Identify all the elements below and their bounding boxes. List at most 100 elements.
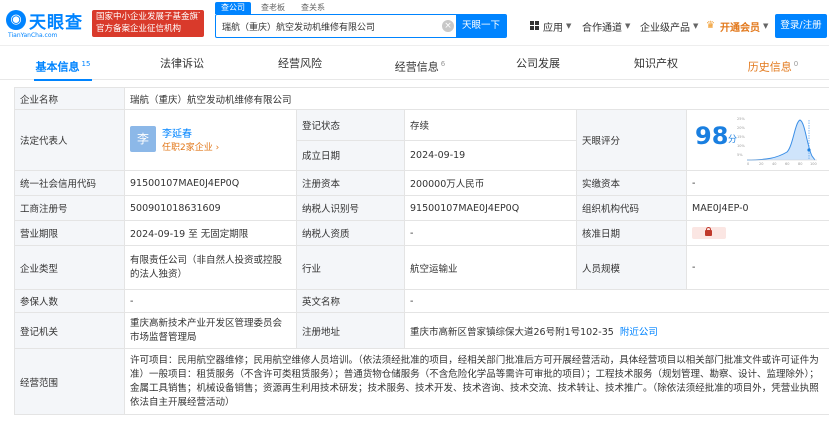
table-row: 企业类型 有限责任公司（非自然人投资或控股的法人独资） 行业 航空运输业 人员规… xyxy=(14,245,829,290)
status-value: 存续 xyxy=(404,109,577,141)
tab-history-label: 历史信息 xyxy=(747,60,792,74)
industry-value: 航空运输业 xyxy=(404,245,577,290)
scope-value: 许可项目：民用航空器维修；民用航空维修人员培训。（依法须经批准的项目，经相关部门… xyxy=(123,348,829,415)
nav-ent-label: 企业级产品 xyxy=(640,22,690,34)
scope-label: 经营范围 xyxy=(14,348,125,415)
locked-value[interactable] xyxy=(692,227,726,239)
term-label: 营业期限 xyxy=(14,220,125,246)
authority-value: 重庆高新技术产业开发区管理委员会市场监督管理局 xyxy=(124,312,297,349)
credit-code-label: 统一社会信用代码 xyxy=(14,170,125,196)
reg-no-value: 500901018631609 xyxy=(124,195,297,221)
chart-x-tick: 60 xyxy=(785,162,789,166)
table-row: 工商注册号 500901018631609 纳税人识别号 91500107MAE… xyxy=(14,195,829,221)
top-header: ◉ 天眼查 TianYanCha.com 国家中小企业发展子基金旗下 官方备案企… xyxy=(0,0,829,46)
table-row: 法定代表人 李 李延春 任职2家企业 › 登记状态 存续 天眼评分 98 分 2… xyxy=(14,109,829,171)
search-tab-boss[interactable]: 查老板 xyxy=(255,2,291,14)
nav-vip-label: 开通会员 xyxy=(720,22,760,34)
address-value: 重庆市高新区曾家镇综保大道26号附1号102-35 xyxy=(410,326,614,338)
nav-enterprise[interactable]: 企业级产品 ▼ xyxy=(640,17,698,35)
reg-capital-value: 200000万人民币 xyxy=(404,170,577,196)
taxpayer-qual-value: - xyxy=(404,220,577,246)
taxpayer-qual-label: 纳税人资质 xyxy=(296,220,405,246)
chart-x-tick: 20 xyxy=(759,162,763,166)
tab-business-label: 经营信息 xyxy=(394,60,439,74)
taxpayer-id-label: 纳税人识别号 xyxy=(296,195,405,221)
nav-vip[interactable]: ♛ 开通会员 ▼ xyxy=(706,17,768,35)
approval-date-value xyxy=(685,220,829,246)
avatar[interactable]: 李 xyxy=(130,126,156,152)
nearby-companies-link[interactable]: 附近公司 xyxy=(620,327,658,338)
insured-label: 参保人数 xyxy=(14,289,125,313)
term-value: 2024-09-19 至 无固定期限 xyxy=(124,220,297,246)
legal-rep-name[interactable]: 李延春 xyxy=(162,125,192,140)
chart-x-tick: 0 xyxy=(747,162,749,166)
search-tab-relation[interactable]: 查关系 xyxy=(295,2,331,14)
section-tabs: 基本信息 15 法律诉讼 经营风险 经营信息 6 公司发展 知识产权 历史信息 0 xyxy=(0,50,829,81)
chevron-down-icon: ▼ xyxy=(763,22,769,30)
chevron-down-icon: ▼ xyxy=(693,22,699,30)
chart-x-tick: 100 xyxy=(810,162,817,166)
legal-rep-cell: 李 李延春 任职2家企业 › xyxy=(124,109,297,171)
badge-line-2: 官方备案企业征信机构 xyxy=(96,24,182,34)
legal-rep-companies-link[interactable]: 任职2家企业 › xyxy=(162,140,219,153)
search-button[interactable]: 天眼一下 xyxy=(456,14,506,38)
en-name-label: 英文名称 xyxy=(296,289,405,313)
founded-label: 成立日期 xyxy=(296,139,405,171)
chevron-down-icon: ▼ xyxy=(566,22,572,30)
company-info-table: 企业名称 瑞航（重庆）航空发动机维修有限公司 法定代表人 李 李延春 任职2家企… xyxy=(14,87,829,415)
org-code-label: 组织机构代码 xyxy=(576,195,687,221)
crown-icon: ♛ xyxy=(706,20,715,31)
table-row: 参保人数 - 英文名称 - xyxy=(14,289,829,313)
logo-subtext: TianYanCha.com xyxy=(8,32,58,39)
table-row: 营业期限 2024-09-19 至 无固定期限 纳税人资质 - 核准日期 xyxy=(14,220,829,246)
score-cell: 98 分 25% 20% 15% 10% 5% 0 20 40 60 80 10 xyxy=(685,109,829,171)
paid-capital-value: - xyxy=(685,170,829,196)
company-name-label: 企业名称 xyxy=(14,87,125,110)
founded-value: 2024-09-19 xyxy=(404,139,577,171)
search-box: × 天眼一下 xyxy=(215,14,507,38)
staff-value: - xyxy=(685,245,829,290)
chart-y-tick: 5% xyxy=(737,153,743,157)
authority-label: 登记机关 xyxy=(14,312,125,349)
address-label: 注册地址 xyxy=(296,312,405,349)
nav-cooperation[interactable]: 合作通道 ▼ xyxy=(582,17,630,35)
insured-value: - xyxy=(124,289,297,313)
tab-development[interactable]: 公司发展 xyxy=(514,50,562,80)
search-tab-company[interactable]: 查公司 xyxy=(215,2,251,14)
nav-app[interactable]: 应用 ▼ xyxy=(530,17,571,35)
nav-coop-label: 合作通道 xyxy=(582,22,622,34)
type-value: 有限责任公司（非自然人投资或控股的法人独资） xyxy=(124,245,297,290)
logo-eye-icon: ◉ xyxy=(6,10,26,30)
approval-date-label: 核准日期 xyxy=(576,220,687,246)
lock-icon xyxy=(705,227,712,236)
search-input[interactable] xyxy=(216,15,456,37)
chart-x-tick: 40 xyxy=(772,162,776,166)
paid-capital-label: 实缴资本 xyxy=(576,170,687,196)
score-unit: 分 xyxy=(728,135,738,145)
clear-icon[interactable]: × xyxy=(442,20,454,32)
tab-ip[interactable]: 知识产权 xyxy=(632,50,680,80)
tab-legal[interactable]: 法律诉讼 xyxy=(158,50,206,80)
tab-basic-info[interactable]: 基本信息 15 xyxy=(34,50,92,81)
chart-y-tick: 10% xyxy=(737,144,745,148)
table-row: 经营范围 许可项目：民用航空器维修；民用航空维修人员培训。（依法须经批准的项目，… xyxy=(14,348,829,415)
login-button[interactable]: 登录/注册 xyxy=(775,14,827,38)
tab-basic-label: 基本信息 xyxy=(35,60,80,74)
badge-line-1: 国家中小企业发展子基金旗下 xyxy=(96,12,200,22)
tab-history-count: 0 xyxy=(793,60,799,68)
taxpayer-id-value: 91500107MAE0J4EP0Q xyxy=(404,195,577,221)
en-name-value: - xyxy=(403,289,829,313)
chart-y-tick: 25% xyxy=(737,117,745,121)
tab-risk[interactable]: 经营风险 xyxy=(276,50,324,80)
chevron-down-icon: ▼ xyxy=(625,22,631,30)
tab-business-count: 6 xyxy=(440,60,446,68)
chart-x-tick: 80 xyxy=(798,162,802,166)
reg-no-label: 工商注册号 xyxy=(14,195,125,221)
tab-business[interactable]: 经营信息 6 xyxy=(392,50,448,80)
org-code-value: MAE0J4EP-0 xyxy=(685,195,829,221)
reg-capital-label: 注册资本 xyxy=(296,170,405,196)
industry-label: 行业 xyxy=(296,245,405,290)
score-distribution-chart: 25% 20% 15% 10% 5% 0 20 40 60 80 100 xyxy=(737,117,817,166)
tab-history[interactable]: 历史信息 0 xyxy=(744,50,802,80)
logo[interactable]: ◉ 天眼查 TianYanCha.com xyxy=(6,8,86,39)
